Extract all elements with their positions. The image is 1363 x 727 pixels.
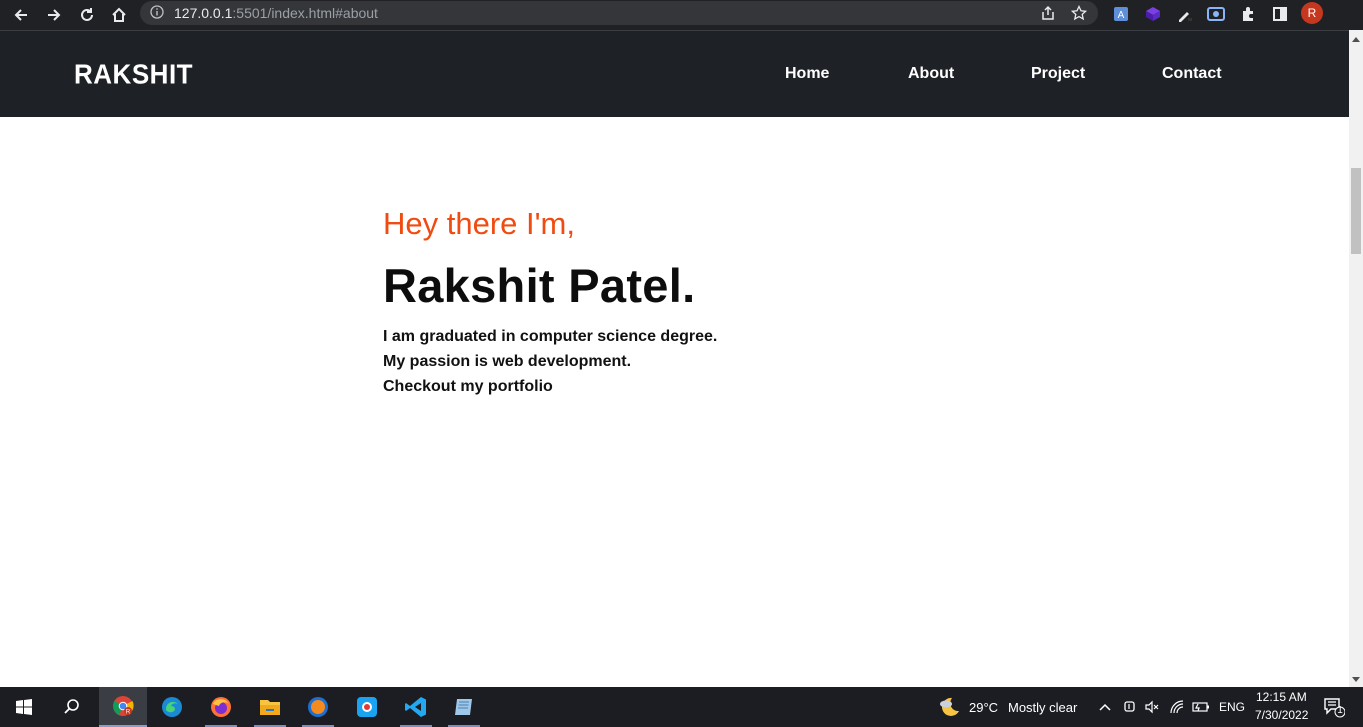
windows-start-icon[interactable]	[0, 687, 48, 727]
bookmark-star-icon[interactable]	[1070, 4, 1088, 26]
show-hidden-icons-chevron-icon[interactable]	[1098, 700, 1112, 718]
url-text: 127.0.0.1:5501/index.html#about	[174, 5, 378, 21]
notes-app-taskbar-icon[interactable]	[440, 687, 488, 727]
file-explorer-taskbar-icon[interactable]	[246, 687, 294, 727]
clock-time[interactable]: 12:15 AM	[1256, 690, 1307, 704]
translate-extension-icon[interactable]: A	[1110, 3, 1132, 25]
volume-muted-icon[interactable]	[1144, 699, 1160, 720]
svg-text:A: A	[1118, 10, 1125, 21]
profile-avatar[interactable]: R	[1301, 2, 1323, 24]
windows-taskbar: R 29°C Mostly clear ENG 12:15 AM 7/30/20…	[0, 687, 1363, 727]
share-icon[interactable]	[1040, 5, 1056, 26]
nav-link-project[interactable]: Project	[1031, 65, 1085, 83]
notification-center-icon[interactable]: 1	[1323, 696, 1346, 723]
reload-icon[interactable]	[75, 3, 99, 27]
vscode-taskbar-icon[interactable]	[392, 687, 440, 727]
input-language[interactable]: ENG	[1219, 700, 1245, 714]
cube-extension-icon[interactable]	[1142, 3, 1164, 25]
site-header: RAKSHIT Home About Project Contact	[0, 30, 1349, 117]
screen-capture-extension-icon[interactable]	[1205, 3, 1227, 25]
scroll-down-arrow-icon[interactable]	[1352, 677, 1360, 682]
browser-toolbar: 127.0.0.1:5501/index.html#about A R	[0, 0, 1363, 30]
hero-name: Rakshit Patel.	[383, 259, 696, 312]
firefox-taskbar-icon[interactable]	[197, 687, 245, 727]
bio-line-1: I am graduated in computer science degre…	[383, 328, 718, 345]
meet-now-icon[interactable]	[1122, 699, 1138, 720]
side-panel-icon[interactable]	[1269, 3, 1291, 25]
scroll-up-arrow-icon[interactable]	[1352, 37, 1360, 42]
battery-icon[interactable]	[1192, 699, 1210, 720]
site-logo[interactable]: RAKSHIT	[74, 58, 193, 91]
wifi-icon[interactable]	[1169, 699, 1185, 720]
nav-link-contact[interactable]: Contact	[1162, 65, 1222, 83]
edge-taskbar-icon[interactable]	[148, 687, 196, 727]
svg-text:R: R	[126, 710, 131, 716]
nav-link-home[interactable]: Home	[785, 65, 829, 83]
home-icon[interactable]	[107, 3, 131, 27]
weather-condition[interactable]: Mostly clear	[1008, 700, 1077, 715]
eyedropper-extension-icon[interactable]	[1174, 3, 1196, 25]
screen-recorder-taskbar-icon[interactable]	[343, 687, 391, 727]
chrome-taskbar-icon[interactable]: R	[99, 687, 147, 727]
media-app-taskbar-icon[interactable]	[294, 687, 342, 727]
back-arrow-icon[interactable]	[9, 3, 33, 27]
bio-line-2: My passion is web development.	[383, 353, 632, 370]
clock-date[interactable]: 7/30/2022	[1255, 708, 1308, 722]
search-icon[interactable]	[48, 687, 96, 727]
extensions-puzzle-icon[interactable]	[1237, 3, 1259, 25]
weather-moon-icon[interactable]	[938, 695, 962, 724]
notification-count: 1	[1337, 705, 1343, 716]
forward-arrow-icon[interactable]	[42, 3, 66, 27]
address-bar[interactable]: 127.0.0.1:5501/index.html#about	[140, 1, 1098, 25]
scroll-thumb[interactable]	[1351, 168, 1361, 254]
nav-link-about[interactable]: About	[908, 65, 954, 83]
site-info-icon[interactable]	[150, 5, 164, 24]
bio-line-3: Checkout my portfolio	[383, 378, 553, 395]
page-scrollbar[interactable]	[1349, 30, 1363, 687]
greeting-text: Hey there I'm,	[383, 206, 575, 241]
weather-temperature[interactable]: 29°C	[969, 700, 998, 715]
